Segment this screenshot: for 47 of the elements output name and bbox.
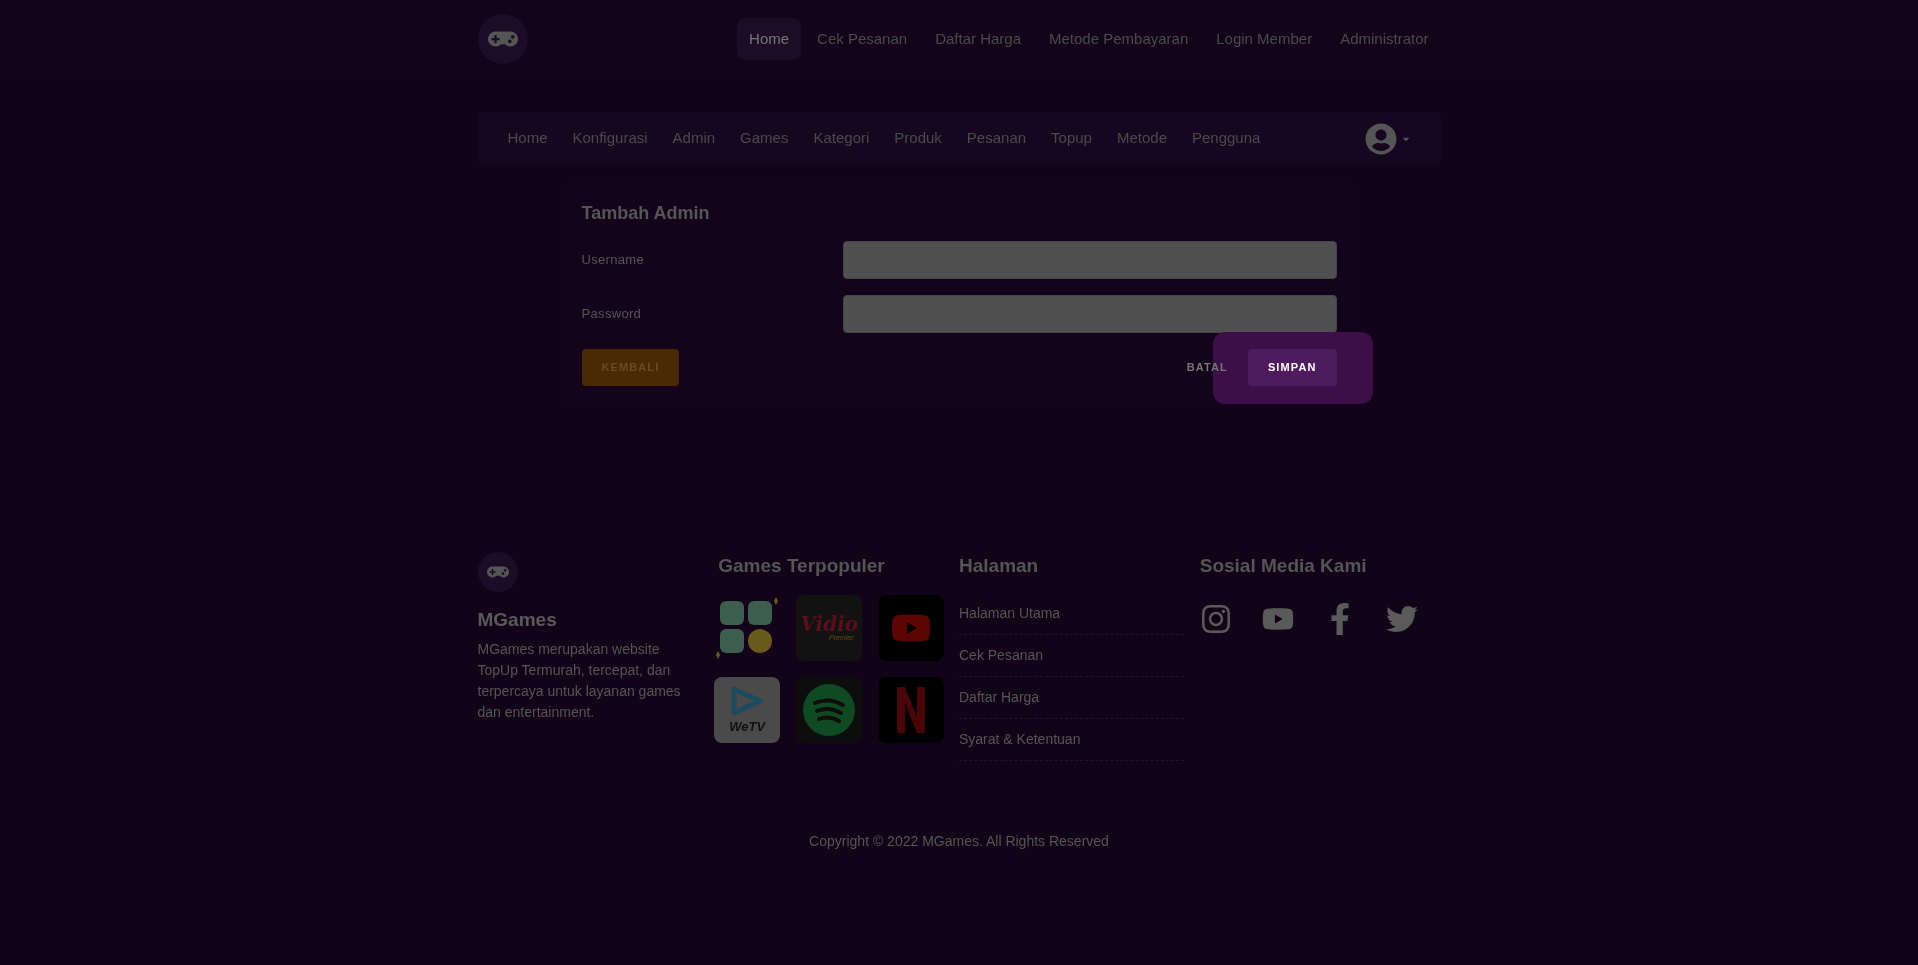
logo[interactable]: [477, 14, 528, 64]
spotify-app-tile[interactable]: [796, 676, 863, 743]
admin-nav-link[interactable]: Games: [740, 127, 789, 150]
nav-link[interactable]: Daftar Harga: [923, 17, 1033, 61]
copyright: Copyright © 2022 MGames. All Rights Reserved: [808, 831, 1110, 851]
cancel-button[interactable]: BATAL: [1186, 359, 1228, 376]
nav-link[interactable]: Login Member: [1204, 17, 1325, 61]
column-heading: Sosial Media Kami: [1199, 554, 1368, 578]
footer-link[interactable]: Halaman Utama: [959, 592, 1184, 635]
admin-nav-link[interactable]: Admin: [672, 127, 716, 150]
footer-link[interactable]: Syarat & Ketentuan: [959, 718, 1184, 761]
admin-nav-link[interactable]: Topup: [1051, 127, 1092, 150]
instagram-icon[interactable]: [1199, 602, 1232, 635]
footer-logo[interactable]: [477, 552, 518, 592]
input-field[interactable]: [842, 295, 1337, 333]
nav-link[interactable]: Metode Pembayaran: [1037, 17, 1201, 61]
tile-label: WeTV: [729, 720, 766, 733]
brand-description: MGames merupakan website TopUp Termurah, tercepat, dan terpercaya untuk layanan games dan entertainment.: [477, 639, 682, 722]
column-heading: Halaman: [959, 554, 1040, 578]
user-menu[interactable]: [1364, 122, 1411, 155]
nav-link[interactable]: Cek Pesanan: [805, 17, 920, 61]
tile-label: Vidio: [800, 614, 859, 634]
avatar-icon: [1364, 122, 1397, 155]
footer-link[interactable]: Cek Pesanan: [959, 634, 1184, 677]
admin-nav-link[interactable]: Home: [507, 127, 548, 150]
n-letter-icon: [897, 686, 926, 733]
save-button[interactable]: SIMPAN: [1247, 349, 1337, 386]
wetv-app-tile[interactable]: WeTV: [714, 676, 781, 743]
admin-nav-link[interactable]: Produk: [894, 127, 942, 150]
field-label: Password: [581, 305, 643, 324]
nav-link[interactable]: Administrator: [1328, 17, 1441, 61]
admin-nav-link[interactable]: Konfigurasi: [572, 127, 648, 150]
nav-link[interactable]: Home: [737, 17, 802, 61]
sound-waves-icon: [803, 683, 856, 736]
column-heading: Games Terpopuler: [718, 554, 886, 578]
field-label: Username: [581, 251, 646, 270]
admin-nav-link[interactable]: Pesanan: [966, 127, 1027, 150]
input-field[interactable]: [842, 241, 1337, 279]
play-icon: [730, 686, 765, 716]
admin-nav-link[interactable]: Pengguna: [1192, 127, 1261, 150]
netflix-app-tile[interactable]: [878, 676, 945, 743]
admin-nav-link[interactable]: Kategori: [813, 127, 870, 150]
footer-link[interactable]: Daftar Harga: [959, 676, 1184, 719]
brand-name: MGames: [477, 608, 558, 632]
youtube-app-tile[interactable]: [878, 594, 945, 661]
form-title: Tambah Admin: [581, 202, 711, 225]
admin-nav-link[interactable]: Metode: [1116, 127, 1167, 150]
